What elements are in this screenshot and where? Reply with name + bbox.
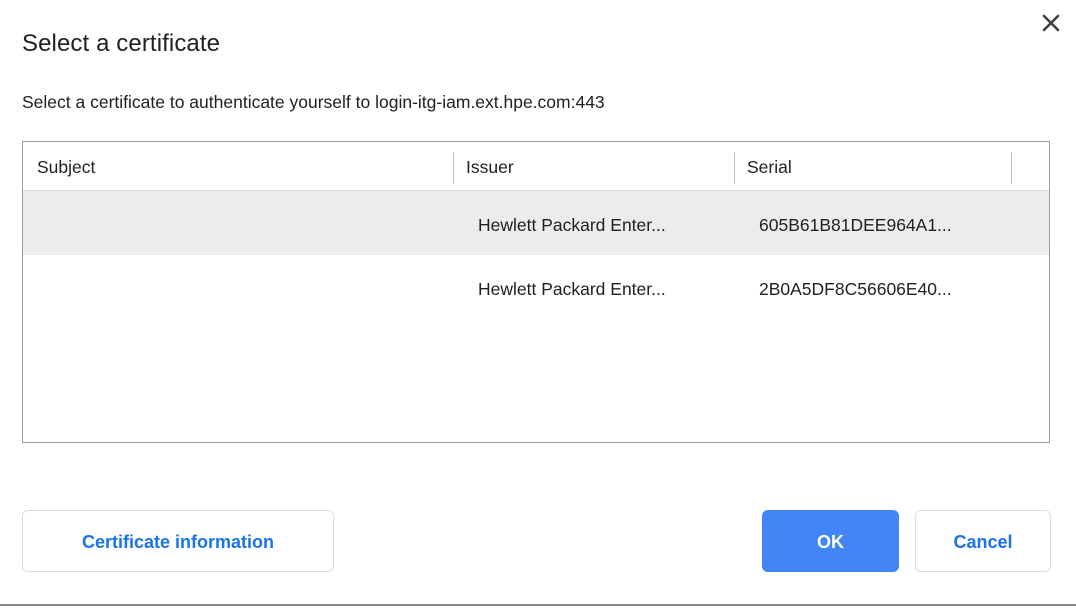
column-header-issuer[interactable]: Issuer bbox=[466, 142, 514, 190]
cell-issuer: Hewlett Packard Enter... bbox=[478, 279, 666, 299]
cell-serial: 2B0A5DF8C56606E40... bbox=[759, 279, 952, 299]
table-header: Subject Issuer Serial bbox=[23, 142, 1049, 191]
column-header-subject[interactable]: Subject bbox=[37, 142, 95, 190]
column-divider[interactable] bbox=[1011, 152, 1012, 184]
certificate-dialog: Select a certificate Select a certificat… bbox=[0, 0, 1076, 608]
column-header-serial[interactable]: Serial bbox=[747, 142, 792, 190]
certificate-information-button[interactable]: Certificate information bbox=[22, 510, 334, 572]
ok-button[interactable]: OK bbox=[762, 510, 899, 572]
certificate-table[interactable]: Subject Issuer Serial Hewlett Packard En… bbox=[22, 141, 1050, 443]
cell-issuer: Hewlett Packard Enter... bbox=[478, 215, 666, 235]
table-row[interactable]: Hewlett Packard Enter... 2B0A5DF8C56606E… bbox=[23, 255, 1049, 319]
cancel-button[interactable]: Cancel bbox=[915, 510, 1051, 572]
divider bbox=[0, 604, 1076, 606]
table-row[interactable]: Hewlett Packard Enter... 605B61B81DEE964… bbox=[23, 191, 1049, 255]
column-divider[interactable] bbox=[734, 152, 735, 184]
dialog-description: Select a certificate to authenticate you… bbox=[22, 92, 605, 112]
close-icon bbox=[1042, 14, 1060, 32]
dialog-title: Select a certificate bbox=[22, 30, 221, 57]
cell-serial: 605B61B81DEE964A1... bbox=[759, 215, 952, 235]
column-divider[interactable] bbox=[453, 152, 454, 184]
close-button[interactable] bbox=[1038, 10, 1064, 36]
